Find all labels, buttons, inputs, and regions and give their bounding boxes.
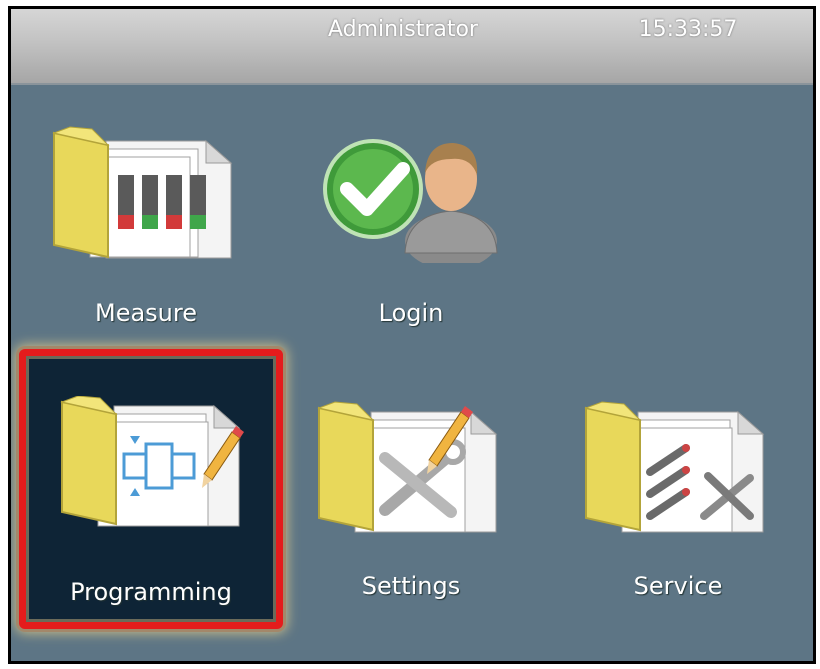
folder-programming-icon <box>60 396 244 527</box>
folder-service-icon <box>584 401 765 533</box>
login-label: Login <box>378 299 444 327</box>
service-button[interactable]: Service <box>548 384 808 644</box>
folder-settings-icon <box>317 401 498 533</box>
programming-label: Programming <box>70 578 232 606</box>
measure-label: Measure <box>95 299 197 327</box>
current-user: Administrator <box>328 17 478 42</box>
service-label: Service <box>633 572 723 600</box>
programming-button[interactable]: Programming <box>19 349 283 629</box>
login-button[interactable]: Login <box>281 109 541 369</box>
folder-measure-icon <box>52 126 233 259</box>
hmi-screen: Administrator 15:33:57 Measure Login Pro… <box>8 6 816 664</box>
settings-label: Settings <box>361 572 461 600</box>
settings-button[interactable]: Settings <box>281 384 541 644</box>
measure-button[interactable]: Measure <box>16 109 276 369</box>
login-user-icon <box>323 139 498 263</box>
clock: 15:33:57 <box>638 17 738 42</box>
status-bar: Administrator 15:33:57 <box>11 9 813 85</box>
main-panel: Administrator 15:33:57 Measure Login Pro… <box>11 9 813 661</box>
